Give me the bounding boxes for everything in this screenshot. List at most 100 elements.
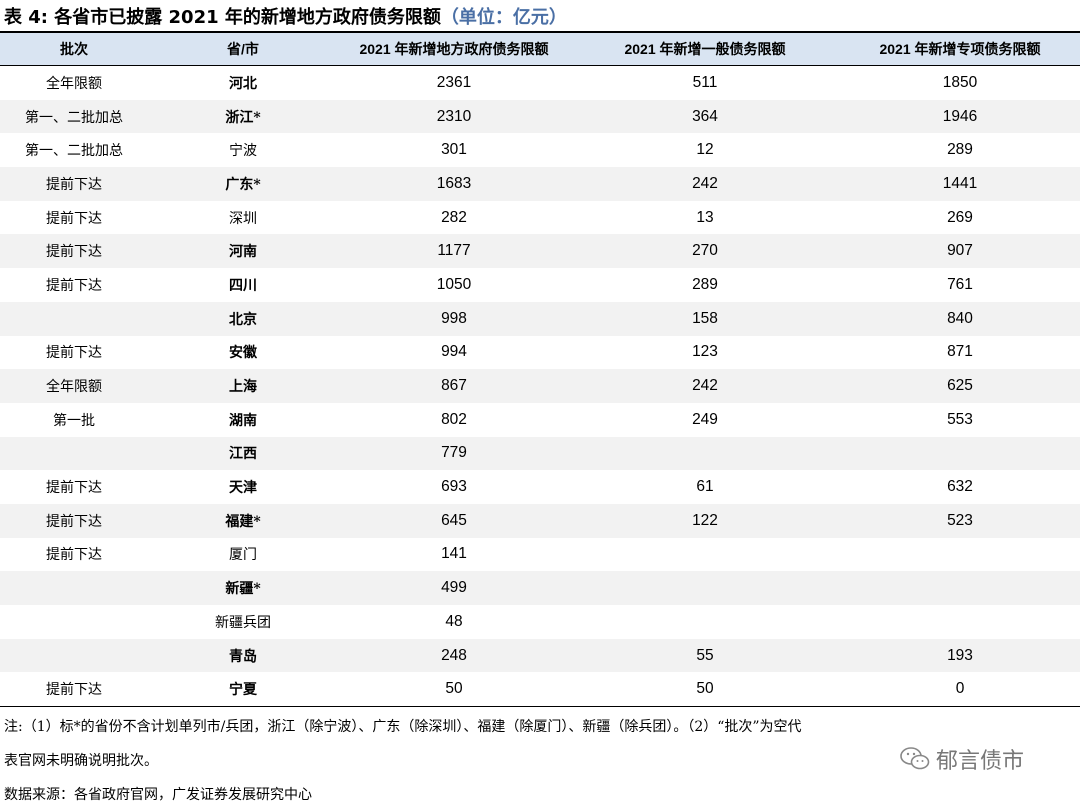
note-line-2: 表官网未明确说明批次。: [4, 753, 158, 769]
general-limit-cell: [570, 538, 840, 572]
general-limit-cell: 270: [570, 234, 840, 269]
batch-cell: 提前下达: [46, 480, 102, 497]
province-cell: 宁夏: [148, 672, 338, 708]
table-row: 第一、二批加总 浙江* 2310 364 1946: [0, 99, 1080, 134]
batch-cell: 提前下达: [0, 167, 148, 201]
batch-cell: [0, 638, 148, 673]
batch-cell: [0, 571, 148, 605]
total-limit-cell: 645: [338, 503, 570, 538]
general-limit-cell: [570, 571, 840, 605]
note-line-1: 注:（1）标*的省份不含计划单列市/兵团，浙江（除宁波）、广东（除深圳）、福建（…: [4, 719, 802, 735]
total-limit-cell: 1050: [436, 275, 472, 293]
province-cell: 宁波: [229, 143, 257, 160]
batch-cell: 全年限额: [46, 75, 102, 92]
wechat-icon: [900, 747, 930, 770]
header-general: 2021 年新增一般债务限额: [570, 33, 840, 66]
table-row: 新疆兵团 48: [0, 605, 1080, 639]
province-cell: 湖南: [229, 412, 257, 429]
title-unit: （单位：亿元）: [440, 7, 567, 28]
table-row: 新疆* 499: [0, 571, 1080, 605]
total-limit-cell: 779: [338, 436, 570, 471]
header-special: 2021 年新增专项债务限额: [840, 33, 1080, 66]
table-row: 提前下达 宁夏 50 50 0: [0, 672, 1080, 708]
total-limit-cell: 48: [445, 612, 463, 630]
table-row: 青岛 248 55 193: [0, 638, 1080, 673]
special-limit-cell: 0: [840, 672, 1080, 708]
batch-cell: [0, 605, 148, 639]
general-limit-cell: 289: [692, 275, 718, 293]
total-limit-cell: 248: [338, 638, 570, 673]
province-cell: 安徽: [229, 345, 257, 362]
table-row: 提前下达 厦门 141: [0, 538, 1080, 572]
special-limit-cell: 553: [947, 410, 973, 428]
batch-cell: 第一批: [53, 412, 95, 429]
general-limit-cell: 242: [570, 369, 840, 403]
total-limit-cell: 867: [338, 369, 570, 403]
province-cell: 河北: [229, 75, 257, 92]
batch-cell: 提前下达: [0, 503, 148, 538]
general-limit-cell: 511: [692, 73, 718, 91]
table-row: 提前下达 天津 693 61 632: [0, 470, 1080, 504]
table-header-row: 批次 省/市 2021 年新增地方政府债务限额 2021 年新增一般债务限额 2…: [0, 33, 1080, 66]
watermark: 郁言债市: [900, 743, 1024, 775]
special-limit-cell: 269: [947, 208, 973, 226]
source-line: 数据来源：各省政府官网，广发证券发展研究中心: [4, 787, 312, 803]
table-row: 全年限额 河北 2361 511 1850: [0, 66, 1080, 100]
special-limit-cell: 1946: [840, 99, 1080, 134]
total-limit-cell: 693: [441, 478, 467, 496]
special-limit-cell: 523: [840, 503, 1080, 538]
table-row: 第一批 湖南 802 249 553: [0, 403, 1080, 437]
special-limit-cell: 1850: [942, 73, 978, 91]
special-limit-cell: 193: [840, 638, 1080, 673]
table-row: 全年限额 上海 867 242 625: [0, 369, 1080, 403]
special-limit-cell: 632: [947, 478, 973, 496]
total-limit-cell: 1177: [338, 234, 570, 269]
batch-cell: 提前下达: [0, 672, 148, 708]
table-row: 提前下达 四川 1050 289 761: [0, 268, 1080, 302]
general-limit-cell: [570, 605, 840, 639]
batch-cell: 第一、二批加总: [0, 99, 148, 134]
general-limit-cell: 12: [696, 141, 714, 159]
province-cell: 四川: [229, 277, 257, 294]
table-title: 表 4: 各省市已披露 2021 年的新增地方政府债务限额（单位：亿元）: [4, 3, 567, 29]
batch-cell: 提前下达: [0, 234, 148, 269]
total-limit-cell: 301: [441, 141, 467, 159]
table-row: 提前下达 深圳 282 13 269: [0, 201, 1080, 235]
province-cell: 天津: [229, 480, 257, 497]
special-limit-cell: 840: [840, 301, 1080, 336]
total-limit-cell: 282: [441, 208, 467, 226]
total-limit-cell: 994: [441, 343, 467, 361]
general-limit-cell: 242: [570, 167, 840, 201]
total-limit-cell: 141: [441, 545, 467, 563]
province-cell: 江西: [148, 436, 338, 471]
special-limit-cell: 1441: [840, 167, 1080, 201]
batch-cell: [0, 301, 148, 336]
general-limit-cell: 123: [692, 343, 718, 361]
special-limit-cell: 289: [947, 141, 973, 159]
special-limit-cell: [840, 436, 1080, 471]
general-limit-cell: 364: [570, 99, 840, 134]
table-body: 全年限额 河北 2361 511 1850 第一、二批加总 浙江* 2310 364 1946 第一…: [0, 66, 1080, 708]
total-limit-cell: 998: [338, 301, 570, 336]
province-cell: 新疆*: [148, 571, 338, 605]
table-row: 提前下达 河南 1177 270 907: [0, 234, 1080, 269]
table-row: 提前下达 福建* 645 122 523: [0, 503, 1080, 538]
province-cell: 厦门: [229, 547, 257, 564]
province-cell: 北京: [148, 301, 338, 336]
watermark-text: 郁言债市: [936, 749, 1025, 774]
table-row: 提前下达 广东* 1683 242 1441: [0, 167, 1080, 201]
batch-cell: 全年限额: [0, 369, 148, 403]
debt-limit-table: 批次 省/市 2021 年新增地方政府债务限额 2021 年新增一般债务限额 2…: [0, 33, 1080, 708]
special-limit-cell: [840, 571, 1080, 605]
batch-cell: [0, 436, 148, 471]
header-batch: 批次: [0, 33, 148, 66]
table-row: 北京 998 158 840: [0, 301, 1080, 336]
general-limit-cell: 61: [696, 478, 714, 496]
header-total: 2021 年新增地方政府债务限额: [338, 33, 570, 66]
batch-cell: 提前下达: [46, 277, 102, 294]
province-cell: 青岛: [148, 638, 338, 673]
general-limit-cell: 13: [696, 208, 714, 226]
total-limit-cell: 499: [338, 571, 570, 605]
general-limit-cell: [570, 436, 840, 471]
batch-cell: 第一、二批加总: [25, 143, 123, 160]
